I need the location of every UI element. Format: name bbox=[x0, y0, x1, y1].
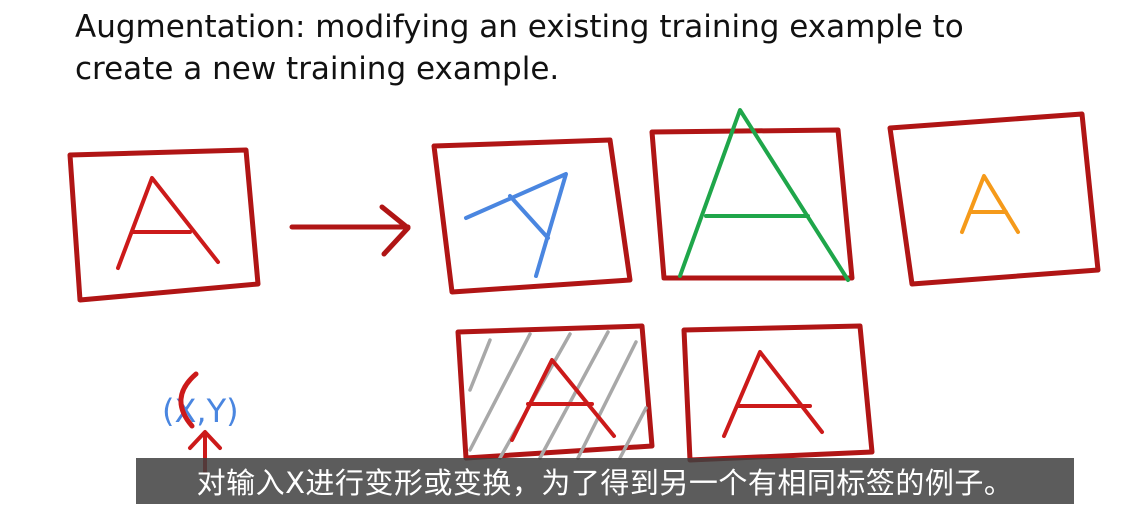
variant-frame bbox=[681, 323, 875, 463]
augmentation-sketch: (X,Y) bbox=[67, 108, 1101, 474]
xy-label: (X,Y) bbox=[162, 392, 239, 430]
subtitle-bar: 对输入X进行变形或变换，为了得到另一个有相同标签的例子。 bbox=[136, 458, 1074, 504]
original-example bbox=[67, 147, 261, 303]
rotated-letter-a bbox=[464, 172, 568, 278]
arrow-head bbox=[379, 204, 411, 257]
rotated-frame bbox=[431, 137, 633, 295]
transform-arrow bbox=[289, 204, 411, 257]
lecture-slide: Augmentation: modifying an existing trai… bbox=[0, 0, 1139, 509]
shrunk-example bbox=[887, 111, 1101, 287]
enlarged-letter-a bbox=[678, 108, 850, 282]
enlarged-example bbox=[649, 108, 855, 282]
shrunk-frame bbox=[887, 111, 1101, 287]
variant-example bbox=[681, 323, 875, 463]
hatched-letter-a bbox=[510, 358, 616, 442]
subtitle-text: 对输入X进行变形或变换，为了得到另一个有相同标签的例子。 bbox=[196, 466, 1014, 500]
enlarged-frame bbox=[649, 127, 855, 281]
variant-letter-a bbox=[722, 350, 824, 438]
hatch-lines bbox=[468, 330, 648, 460]
original-letter-a bbox=[116, 176, 220, 270]
shrunk-letter-a bbox=[960, 174, 1020, 234]
original-frame bbox=[67, 147, 261, 303]
hatched-example bbox=[455, 323, 655, 461]
rotated-example bbox=[431, 137, 633, 295]
